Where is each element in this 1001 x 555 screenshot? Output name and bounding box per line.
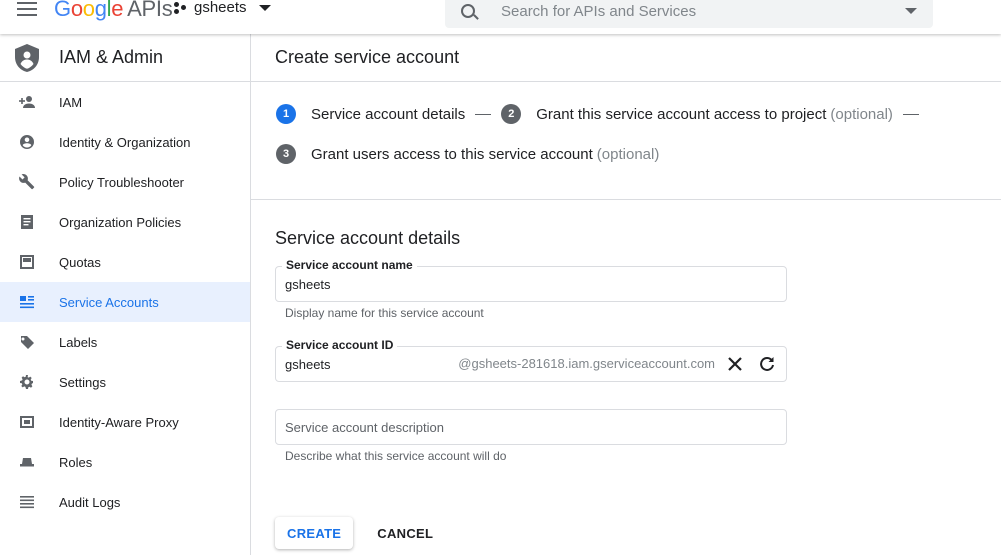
sidebar-item-label: Policy Troubleshooter bbox=[59, 174, 185, 190]
wrench-icon bbox=[19, 174, 35, 190]
project-selector[interactable]: gsheets bbox=[174, 0, 271, 16]
chevron-down-icon[interactable] bbox=[905, 8, 917, 14]
menu-icon[interactable] bbox=[17, 2, 37, 16]
section-title: Service account details bbox=[275, 228, 461, 248]
shield-icon bbox=[15, 43, 39, 72]
sidebar-item-quotas[interactable]: Quotas bbox=[0, 242, 250, 282]
chevron-down-icon bbox=[258, 4, 271, 11]
service-account-id-field[interactable]: Service account ID @gsheets-281618.iam.g… bbox=[275, 338, 787, 382]
logo-apis-text: APIs bbox=[127, 0, 173, 21]
service-account-name-input[interactable] bbox=[285, 267, 445, 301]
search-icon bbox=[461, 4, 475, 18]
step-3-optional: (optional) bbox=[596, 145, 660, 163]
person-add-icon bbox=[19, 94, 35, 110]
project-icon bbox=[174, 1, 188, 15]
sidebar-item-audit-logs[interactable]: Audit Logs bbox=[0, 482, 250, 522]
sidebar-item-label: Service Accounts bbox=[59, 294, 159, 310]
hat-icon bbox=[19, 454, 35, 470]
refresh-icon[interactable] bbox=[758, 355, 776, 373]
step-2-optional: (optional) bbox=[830, 105, 893, 123]
sidebar-item-label: Identity & Organization bbox=[59, 134, 191, 150]
sidebar-item-iam[interactable]: IAM bbox=[0, 82, 250, 122]
project-name: gsheets bbox=[194, 0, 247, 16]
service-account-name-field[interactable]: Service account name bbox=[275, 258, 787, 302]
page-title: Create service account bbox=[251, 34, 1001, 82]
sidebar-item-labels[interactable]: Labels bbox=[0, 322, 250, 362]
document-icon bbox=[19, 214, 35, 230]
step-1-label[interactable]: Service account details bbox=[311, 106, 465, 123]
sidebar-item-label: IAM bbox=[59, 94, 83, 110]
logo-letter: o bbox=[70, 0, 83, 21]
service-account-description-input[interactable] bbox=[285, 410, 685, 444]
sidebar-item-label: Audit Logs bbox=[59, 494, 121, 510]
field-hint: Display name for this service account bbox=[285, 306, 484, 320]
step-2-label[interactable]: Grant this service account access to pro… bbox=[536, 106, 826, 123]
sidebar: IAM & Admin IAM Identity & Organization … bbox=[0, 34, 251, 555]
sidebar-item-roles[interactable]: Roles bbox=[0, 442, 250, 482]
sidebar-item-organization-policies[interactable]: Organization Policies bbox=[0, 202, 250, 242]
close-icon[interactable] bbox=[726, 355, 744, 373]
sidebar-item-label: Identity-Aware Proxy bbox=[59, 414, 179, 430]
gear-icon bbox=[19, 374, 35, 390]
sidebar-title: IAM & Admin bbox=[59, 47, 164, 67]
account-circle-icon bbox=[19, 134, 35, 150]
step-divider bbox=[902, 113, 919, 115]
service-account-form: Service account details Service account … bbox=[251, 228, 1001, 549]
stepper: 1 Service account details 2 Grant this s… bbox=[251, 94, 1001, 200]
google-apis-logo[interactable]: Google APIs bbox=[54, 0, 173, 22]
sidebar-item-service-accounts[interactable]: Service Accounts bbox=[0, 282, 250, 322]
sidebar-item-label: Quotas bbox=[59, 254, 101, 270]
step-1-badge: 1 bbox=[276, 104, 296, 124]
sidebar-item-label: Settings bbox=[59, 374, 106, 390]
logo-letter: G bbox=[54, 0, 71, 21]
list-icon bbox=[19, 494, 35, 510]
search-input[interactable]: Search for APIs and Services bbox=[501, 3, 899, 20]
step-3-label[interactable]: Grant users access to this service accou… bbox=[311, 146, 593, 163]
search-bar[interactable]: Search for APIs and Services bbox=[445, 0, 933, 28]
sidebar-item-label: Labels bbox=[59, 334, 98, 350]
id-domain-suffix: @gsheets-281618.iam.gserviceaccount.com bbox=[458, 356, 715, 371]
service-account-icon bbox=[19, 294, 35, 310]
field-hint: Describe what this service account will … bbox=[285, 449, 507, 463]
top-app-bar: Google APIs gsheets Search for APIs and S… bbox=[0, 0, 1001, 34]
form-actions: CREATE CANCEL bbox=[275, 517, 1001, 549]
cancel-button[interactable]: CANCEL bbox=[365, 517, 445, 549]
quota-icon bbox=[19, 254, 35, 270]
logo-letter: o bbox=[82, 0, 95, 21]
logo-letter: e bbox=[111, 0, 124, 21]
create-button[interactable]: CREATE bbox=[275, 517, 354, 549]
label-icon bbox=[19, 334, 35, 350]
proxy-icon bbox=[19, 414, 35, 430]
sidebar-header: IAM & Admin bbox=[0, 34, 250, 82]
sidebar-item-policy-troubleshooter[interactable]: Policy Troubleshooter bbox=[0, 162, 250, 202]
step-row: 3 Grant users access to this service acc… bbox=[276, 134, 1001, 174]
service-account-id-input[interactable] bbox=[285, 347, 445, 381]
step-2-badge: 2 bbox=[501, 104, 522, 124]
step-3-badge: 3 bbox=[276, 144, 296, 164]
sidebar-item-settings[interactable]: Settings bbox=[0, 362, 250, 402]
service-account-description-field[interactable] bbox=[275, 409, 787, 445]
sidebar-item-label: Roles bbox=[59, 454, 93, 470]
sidebar-item-identity-aware-proxy[interactable]: Identity-Aware Proxy bbox=[0, 402, 250, 442]
step-divider bbox=[475, 113, 492, 115]
main-content: Create service account 1 Service account… bbox=[251, 34, 1001, 555]
step-row: 1 Service account details 2 Grant this s… bbox=[276, 94, 1001, 134]
sidebar-item-label: Organization Policies bbox=[59, 214, 182, 230]
sidebar-item-identity-organization[interactable]: Identity & Organization bbox=[0, 122, 250, 162]
logo-letter: g bbox=[94, 0, 107, 21]
